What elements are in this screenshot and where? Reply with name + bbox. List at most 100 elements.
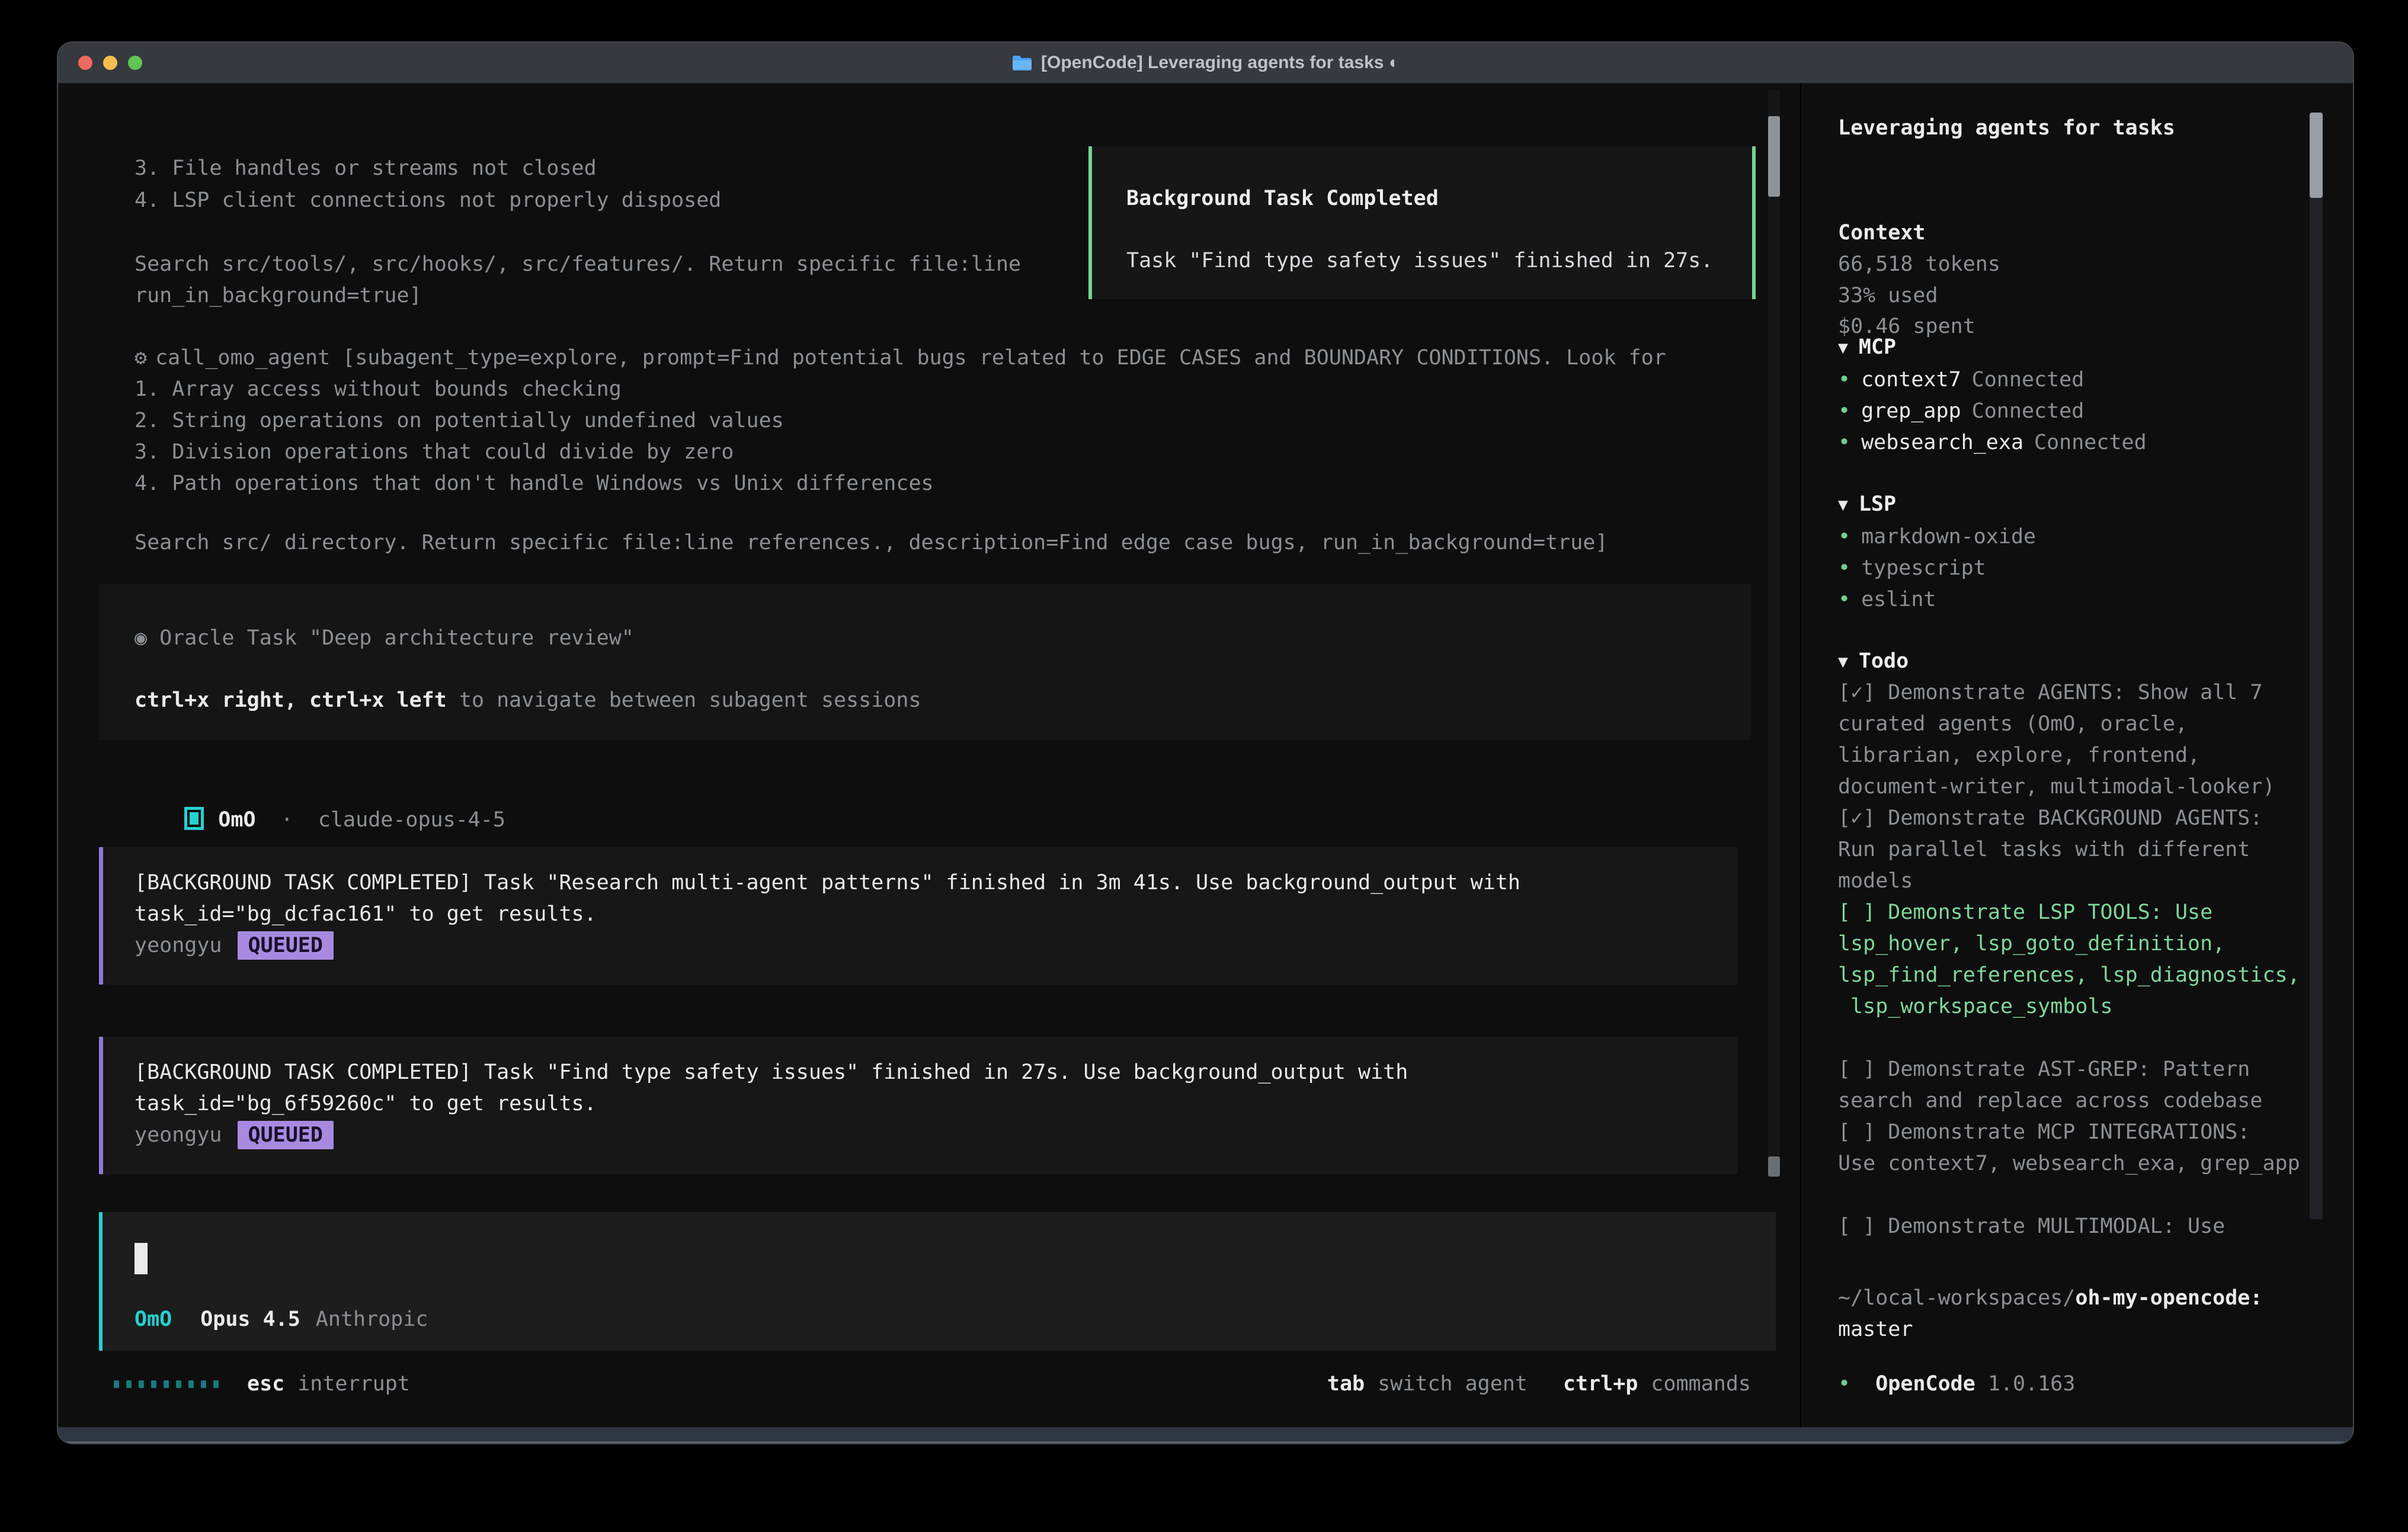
- green-dot-icon: •: [1838, 427, 1850, 459]
- spinner-dot-icon: [176, 1380, 181, 1388]
- background-task-notification: Background Task Completed Task "Find typ…: [1088, 146, 1756, 299]
- chevron-down-icon: ▼: [1838, 646, 1848, 677]
- prompt-input[interactable]: OmO Opus 4.5 Anthropic: [99, 1212, 1776, 1351]
- spinner-dot-icon: [201, 1380, 206, 1388]
- spinner-dot-icon: [114, 1380, 119, 1388]
- spinner-dot-icon: [126, 1380, 132, 1388]
- bug-list-item: 1. Array access without bounds checking: [135, 374, 934, 405]
- agent-name: OmO: [218, 808, 255, 832]
- mcp-item-name: grep_app: [1861, 396, 1961, 427]
- green-dot-icon: •: [1838, 553, 1850, 584]
- green-dot-icon: •: [1838, 396, 1850, 427]
- sidebar-scrollbar-thumb[interactable]: [2310, 113, 2323, 198]
- oracle-title: Oracle Task "Deep architecture review": [159, 626, 634, 650]
- lsp-item-name: markdown-oxide: [1861, 521, 2036, 553]
- oracle-icon: ◉: [135, 626, 147, 650]
- mcp-heading: MCP: [1859, 332, 1896, 363]
- active-model-name[interactable]: Opus 4.5: [200, 1304, 300, 1335]
- todo-line: [✓] Demonstrate BACKGROUND AGENTS:: [1838, 803, 2324, 834]
- todo-line: models: [1838, 866, 2324, 897]
- agent-avatar-icon: [184, 807, 204, 830]
- task-message-line: [BACKGROUND TASK COMPLETED] Task "Find t…: [135, 1057, 1738, 1088]
- terminal-window: [OpenCode] Leveraging agents for tasks ◐…: [57, 41, 2354, 1444]
- mcp-item-name: websearch_exa: [1861, 427, 2023, 459]
- app-name: OpenCode: [1875, 1372, 1975, 1396]
- app-version: 1.0.163: [1988, 1372, 2076, 1396]
- todo-line: curated agents (OmO, oracle,: [1838, 709, 2324, 740]
- background-task-card: [BACKGROUND TASK COMPLETED] Task "Resear…: [99, 847, 1738, 985]
- spinner-dot-icon: [188, 1380, 194, 1388]
- lsp-item-name: typescript: [1861, 553, 1986, 584]
- lsp-item: • typescript: [1838, 553, 2312, 584]
- todo-line: Run parallel tasks with different: [1838, 834, 2324, 866]
- context-tokens: 66,518 tokens: [1838, 249, 2312, 280]
- status-badge: QUEUED: [238, 931, 334, 960]
- mcp-section-header[interactable]: ▼ MCP: [1838, 332, 2312, 363]
- notification-body: Task "Find type safety issues" finished …: [1126, 245, 1752, 277]
- main-scrollbar-bottom-thumb[interactable]: [1768, 1156, 1780, 1177]
- todo-line: lsp_workspace_symbols: [1838, 991, 2324, 1023]
- gear-icon: ⚙: [135, 346, 147, 370]
- lsp-item: • eslint: [1838, 584, 2312, 616]
- spinner-dots: [114, 1380, 226, 1388]
- scrollback-line: run_in_background=true]: [135, 280, 422, 312]
- scrollback-line: Search src/tools/, src/hooks/, src/featu…: [135, 249, 1021, 280]
- text-cursor: [135, 1243, 148, 1274]
- task-footer: yeongyuQUEUED: [135, 1120, 1738, 1151]
- zoom-window-button[interactable]: [128, 56, 142, 70]
- tool-call-line: ⚙call_omo_agent [subagent_type=explore, …: [135, 342, 1666, 374]
- task-message-line: [BACKGROUND TASK COMPLETED] Task "Resear…: [135, 867, 1738, 899]
- lsp-section-header[interactable]: ▼ LSP: [1838, 489, 2312, 520]
- mcp-item: • grep_app Connected: [1838, 396, 2312, 427]
- ctrlp-key-label: commands: [1651, 1368, 1751, 1400]
- todo-line: [1838, 1180, 2324, 1211]
- todo-line: [ ] Demonstrate AST-GREP: Pattern: [1838, 1054, 2324, 1085]
- tab-key-hint: tab: [1327, 1368, 1365, 1400]
- window-bottom-bar: [58, 1427, 2353, 1443]
- agent-model: claude-opus-4-5: [318, 808, 505, 832]
- green-dot-icon: •: [1838, 584, 1850, 616]
- ctrlp-key-hint: ctrl+p: [1563, 1368, 1638, 1400]
- todo-line: Use context7, websearch_exa, grep_app: [1838, 1148, 2324, 1180]
- model-provider: Anthropic: [316, 1304, 428, 1335]
- todo-line: search and replace across codebase: [1838, 1085, 2324, 1117]
- bug-list-item: 4. Path operations that don't handle Win…: [135, 468, 934, 499]
- spinner-dot-icon: [151, 1380, 156, 1388]
- sidebar-scrollbar-track: [2310, 113, 2323, 1219]
- todo-line: lsp_hover, lsp_goto_definition,: [1838, 928, 2324, 960]
- close-window-button[interactable]: [78, 56, 92, 70]
- oracle-task-card: ◉ Oracle Task "Deep architecture review"…: [99, 584, 1751, 740]
- todo-section-header[interactable]: ▼ Todo: [1838, 646, 2312, 677]
- mcp-item-list: • context7 Connected • grep_app Connecte…: [1838, 364, 2312, 459]
- notification-title: Background Task Completed: [1126, 183, 1752, 214]
- green-dot-icon: •: [1838, 521, 1850, 553]
- mcp-item-name: context7: [1861, 364, 1961, 396]
- spinner-dot-icon: [139, 1380, 144, 1388]
- todo-line: [ ] Demonstrate MCP INTEGRATIONS:: [1838, 1117, 2324, 1148]
- todo-line: [ ] Demonstrate LSP TOOLS: Use: [1838, 897, 2324, 928]
- mcp-item: • context7 Connected: [1838, 364, 2312, 396]
- spinner-dot-icon: [213, 1380, 219, 1388]
- task-message-line: task_id="bg_dcfac161" to get results.: [135, 899, 1738, 930]
- shortcut-hint: to navigate between subagent sessions: [447, 688, 921, 712]
- tool-call-end-line: Search src/ directory. Return specific f…: [135, 527, 1608, 559]
- main-sidebar-divider: [1800, 83, 1801, 1429]
- esc-key-label: interrupt: [297, 1368, 410, 1400]
- minimize-window-button[interactable]: [103, 56, 117, 70]
- status-badge: QUEUED: [238, 1121, 334, 1149]
- scrollback-line: 3. File handles or streams not closed: [135, 153, 597, 184]
- main-scrollbar-thumb[interactable]: [1768, 116, 1780, 197]
- statusbar-right: tab switch agent ctrl+p commands: [1327, 1368, 1751, 1400]
- chevron-down-icon: ▼: [1838, 332, 1848, 363]
- separator-dot: ·: [281, 808, 293, 832]
- lsp-item: • markdown-oxide: [1838, 521, 2312, 553]
- workspace-path-prefix: ~/local-workspaces/: [1838, 1286, 2075, 1310]
- lsp-item-name: eslint: [1861, 584, 1936, 616]
- bug-list-item: 2. String operations on potentially unde…: [135, 405, 934, 437]
- todo-line: [ ] Demonstrate MULTIMODAL: Use: [1838, 1211, 2324, 1242]
- version-line: • OpenCode 1.0.163: [1838, 1368, 2312, 1400]
- green-dot-icon: •: [1838, 1372, 1850, 1396]
- statusbar-left: esc interrupt: [114, 1368, 410, 1400]
- session-title: Leveraging agents for tasks: [1838, 113, 2312, 144]
- todo-line: document-writer, multimodal-looker): [1838, 771, 2324, 803]
